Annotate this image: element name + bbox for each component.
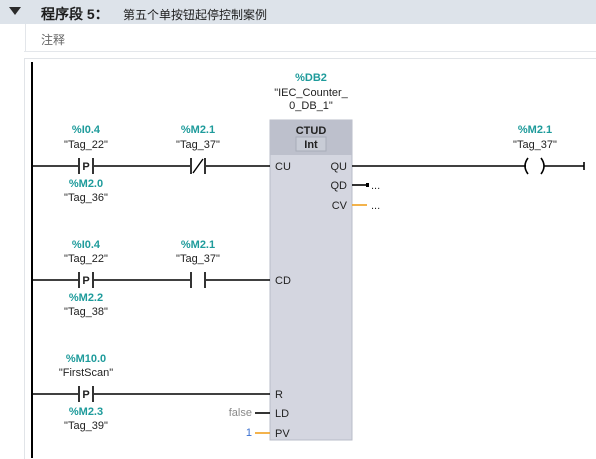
contact2-address: %M2.1 xyxy=(181,124,215,136)
pin-ld-label: LD xyxy=(275,408,289,420)
contact3-tag[interactable]: "Tag_22" xyxy=(64,253,108,265)
contact5-tag[interactable]: "FirstScan" xyxy=(59,367,113,379)
contact1-address: %I0.4 xyxy=(72,124,101,136)
db-name-line2: 0_DB_1" xyxy=(289,100,333,112)
pin-qu-label: QU xyxy=(331,161,348,173)
cv-output[interactable]: ... xyxy=(371,200,380,212)
ladder-diagram: CTUD Int %DB2 "IEC_Counter_ 0_DB_1" CU C… xyxy=(31,62,585,458)
p-contact-3[interactable]: P xyxy=(78,386,94,402)
nc-contact-tag37[interactable] xyxy=(190,158,206,174)
pv-input-value[interactable]: 1 xyxy=(246,427,252,439)
block-type: CTUD xyxy=(296,125,327,137)
contact4-tag[interactable]: "Tag_37" xyxy=(176,253,220,265)
coil-address: %M2.1 xyxy=(518,124,552,136)
contact3-edge-tag[interactable]: "Tag_38" xyxy=(64,306,108,318)
contact5-address: %M10.0 xyxy=(66,353,106,365)
block-data-type: Int xyxy=(304,139,318,151)
coil-tag[interactable]: "Tag_37" xyxy=(513,139,557,151)
contact3-edge-address: %M2.2 xyxy=(69,292,103,304)
contact1-tag[interactable]: "Tag_22" xyxy=(64,139,108,151)
contact4-address: %M2.1 xyxy=(181,239,215,251)
output-coil-tag37[interactable] xyxy=(524,157,545,175)
pin-r-label: R xyxy=(275,389,283,401)
no-contact-tag37[interactable] xyxy=(190,272,206,288)
qd-output[interactable]: ... xyxy=(371,180,380,192)
ld-input-value[interactable]: false xyxy=(229,407,252,419)
svg-text:P: P xyxy=(82,389,89,401)
pin-cd-label: CD xyxy=(275,275,291,287)
contact2-tag[interactable]: "Tag_37" xyxy=(176,139,220,151)
contact5-edge-address: %M2.3 xyxy=(69,406,103,418)
p-contact-1[interactable]: P xyxy=(78,158,94,174)
pin-pv-label: PV xyxy=(275,428,290,440)
db-name-line1[interactable]: "IEC_Counter_ xyxy=(274,87,348,99)
contact1-edge-tag[interactable]: "Tag_36" xyxy=(64,192,108,204)
contact5-edge-tag[interactable]: "Tag_39" xyxy=(64,420,108,432)
pin-qd-label: QD xyxy=(331,180,348,192)
svg-text:P: P xyxy=(82,161,89,173)
pin-cu-label: CU xyxy=(275,161,291,173)
p-contact-2[interactable]: P xyxy=(78,272,94,288)
pin-cv-label: CV xyxy=(332,200,348,212)
contact3-address: %I0.4 xyxy=(72,239,101,251)
db-address: %DB2 xyxy=(295,72,327,84)
contact1-edge-address: %M2.0 xyxy=(69,178,103,190)
svg-text:P: P xyxy=(82,275,89,287)
